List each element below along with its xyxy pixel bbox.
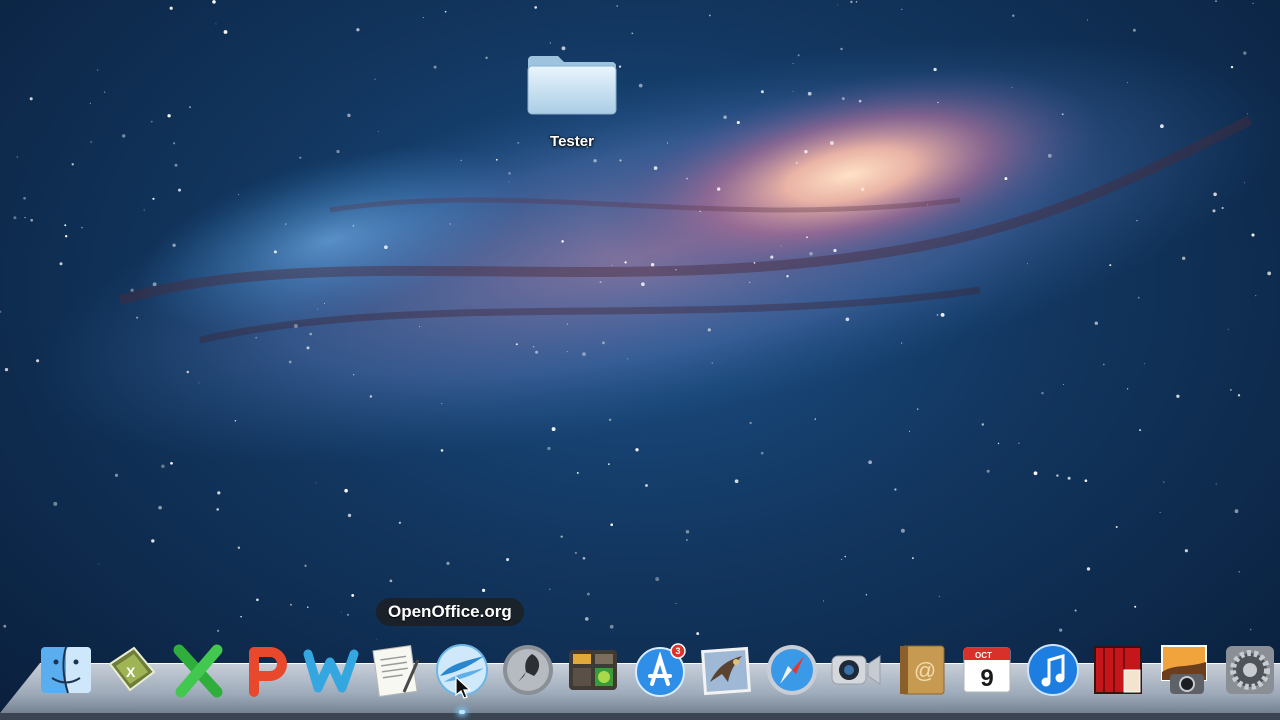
dock-item-dashboard[interactable] bbox=[565, 642, 621, 698]
dock-item-app-store[interactable]: 3 bbox=[632, 642, 688, 698]
dock-item-word[interactable] bbox=[303, 642, 359, 698]
dock-item-photo-booth[interactable] bbox=[1090, 642, 1146, 698]
dock-item-finder[interactable] bbox=[38, 642, 94, 698]
folder-label: Tester bbox=[550, 133, 594, 150]
svg-text:X: X bbox=[126, 664, 136, 680]
dock-item-mail[interactable] bbox=[698, 642, 754, 698]
ms-excel-icon: X bbox=[108, 646, 156, 692]
word-w-icon bbox=[303, 649, 359, 693]
mouse-cursor bbox=[455, 676, 472, 699]
dock-item-textedit[interactable] bbox=[368, 642, 424, 698]
iphoto-icon bbox=[1161, 645, 1207, 694]
excel-x-icon bbox=[173, 644, 223, 698]
facetime-icon bbox=[831, 655, 881, 685]
tester-folder[interactable]: Tester bbox=[520, 48, 624, 152]
dock-item-itunes[interactable] bbox=[1025, 642, 1081, 698]
photo-booth-icon bbox=[1094, 646, 1142, 694]
app-store-icon: 3 bbox=[635, 643, 686, 697]
dock-item-powerpoint[interactable] bbox=[238, 642, 294, 698]
calendar-month: OCT bbox=[975, 651, 992, 660]
app-store-badge: 3 bbox=[675, 646, 680, 656]
galaxy-wallpaper bbox=[0, 0, 1280, 640]
mail-icon bbox=[700, 646, 752, 696]
ical-icon: OCT 9 bbox=[963, 647, 1011, 693]
svg-text:@: @ bbox=[914, 658, 936, 683]
dock-item-address-book[interactable]: @ bbox=[894, 642, 950, 698]
launchpad-icon bbox=[503, 645, 553, 695]
dock-item-ical[interactable]: OCT 9 bbox=[959, 642, 1015, 698]
powerpoint-p-icon bbox=[249, 647, 287, 697]
desktop[interactable]: Tester OpenOffice.org X 3 @ OCT 9 bbox=[0, 0, 1280, 720]
address-book-icon: @ bbox=[900, 645, 945, 695]
dock-tooltip: OpenOffice.org bbox=[376, 598, 524, 626]
calendar-day: 9 bbox=[980, 665, 993, 692]
dock: X 3 @ OCT 9 bbox=[38, 642, 1280, 714]
dock-item-excel-x[interactable] bbox=[171, 642, 227, 698]
running-indicator bbox=[459, 710, 465, 714]
textedit-icon bbox=[372, 645, 420, 697]
dock-item-facetime[interactable] bbox=[828, 642, 884, 698]
itunes-icon bbox=[1027, 644, 1079, 696]
dock-item-iphoto[interactable] bbox=[1156, 642, 1212, 698]
safari-icon bbox=[767, 645, 817, 695]
dock-item-system-preferences[interactable] bbox=[1222, 642, 1278, 698]
dock-item-launchpad[interactable] bbox=[500, 642, 556, 698]
folder-icon bbox=[527, 56, 617, 115]
dashboard-icon bbox=[569, 650, 617, 690]
dock-item-excel[interactable]: X bbox=[104, 642, 160, 698]
finder-icon bbox=[41, 646, 91, 694]
system-preferences-icon bbox=[1226, 646, 1274, 694]
dock-item-safari[interactable] bbox=[764, 642, 820, 698]
